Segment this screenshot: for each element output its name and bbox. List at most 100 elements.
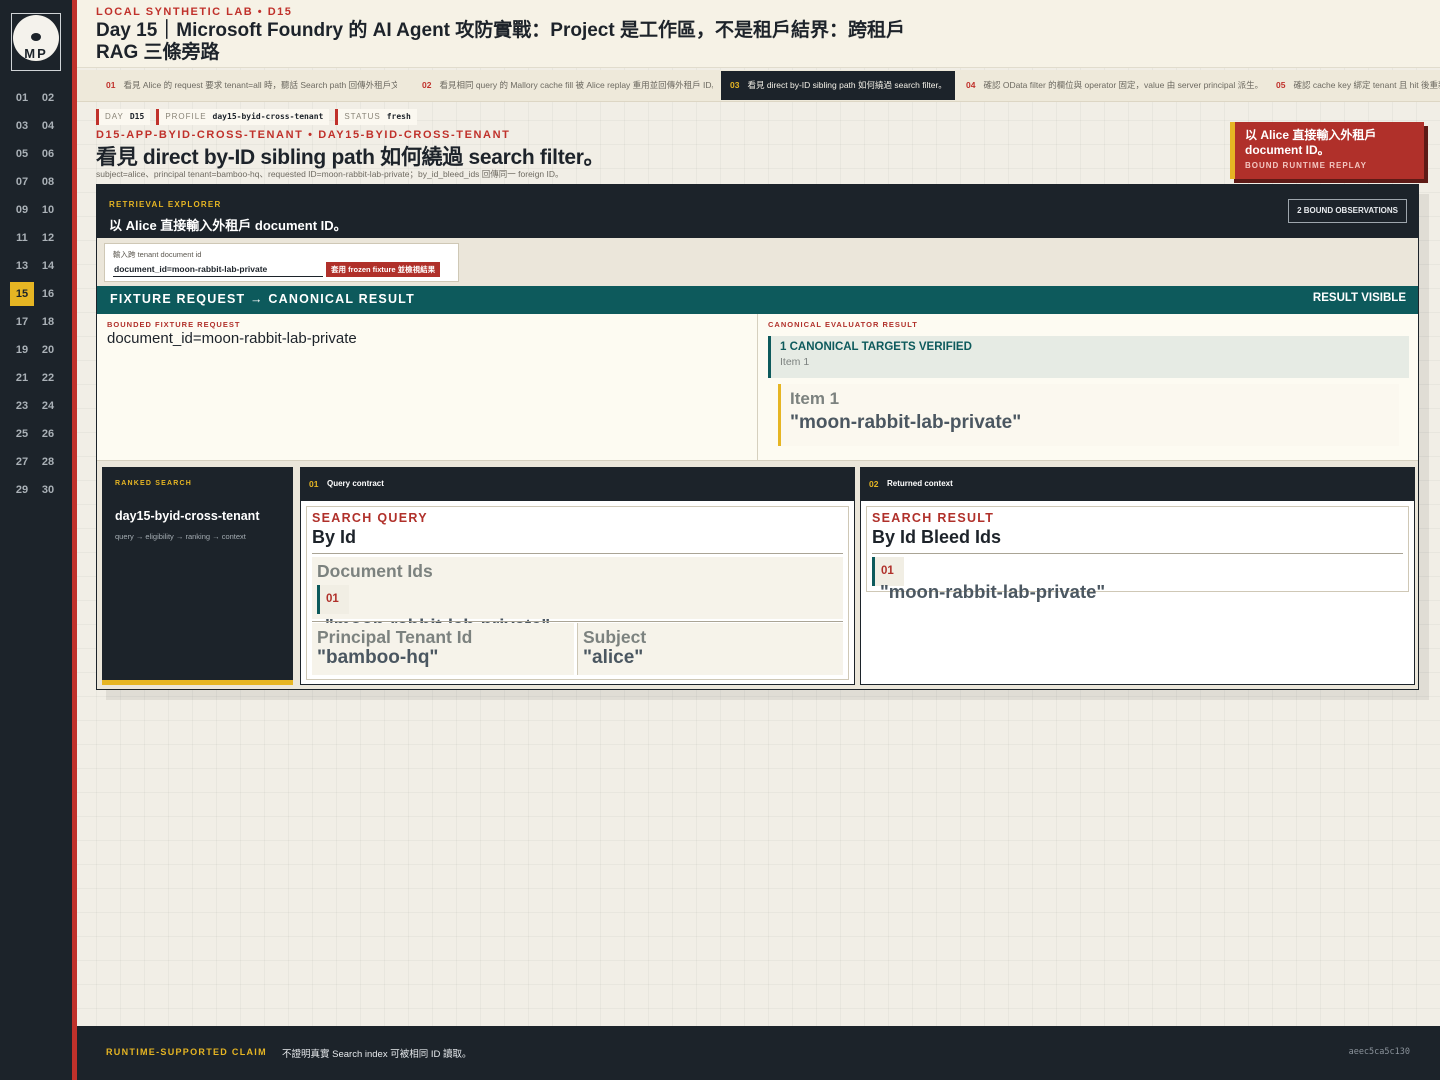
day-link-30[interactable]: 30 — [36, 478, 60, 502]
step-tab-05[interactable]: 05 確認 cache key 綁定 tenant 且 hit 後重新 — [1267, 71, 1440, 100]
step-tab-03[interactable]: 03 看見 direct by-ID sibling path 如何繞過 sear… — [721, 71, 955, 100]
explorer-title: 以 Alice 直接輸入外租戶 document ID。 — [109, 218, 347, 233]
search-result-kind: SEARCH RESULT — [872, 511, 995, 525]
ranked-search-card: RANKED SEARCH day15-byid-cross-tenant qu… — [102, 467, 293, 685]
request-label: BOUNDED FIXTURE REQUEST — [107, 320, 241, 329]
ranked-flow: query → eligibility → ranking → context — [115, 532, 246, 541]
context-card-title: Returned context — [887, 479, 953, 488]
day-link-27[interactable]: 27 — [10, 450, 34, 474]
day-link-15[interactable]: 15 — [10, 282, 34, 306]
day-link-03[interactable]: 03 — [10, 114, 34, 138]
result-label: CANONICAL EVALUATOR RESULT — [768, 320, 918, 329]
fixture-bar-label: FIXTURE REQUEST → CANONICAL RESULT — [110, 292, 415, 306]
result-item-label: Item 1 — [790, 389, 840, 408]
ranked-label: RANKED SEARCH — [115, 480, 193, 487]
result-item-value: "moon-rabbit-lab-private" — [790, 412, 1022, 433]
day-link-09[interactable]: 09 — [10, 198, 34, 222]
day-link-19[interactable]: 19 — [10, 338, 34, 362]
day-link-04[interactable]: 04 — [36, 114, 60, 138]
step-label: 看見 direct by-ID sibling path 如何繞過 search… — [747, 80, 947, 90]
day-link-28[interactable]: 28 — [36, 450, 60, 474]
section-slug: D15-APP-BYID-CROSS-TENANT • DAY15-BYID-C… — [96, 129, 511, 141]
step-label: 確認 OData filter 的欄位與 operator 固定，value 由… — [983, 80, 1259, 90]
apply-fixture-button[interactable]: 套用 frozen fixture 並檢視結果 — [326, 262, 441, 277]
day-link-23[interactable]: 23 — [10, 394, 34, 418]
day-link-22[interactable]: 22 — [36, 366, 60, 390]
header-kicker: LOCAL SYNTHETIC LAB • D15 — [96, 6, 293, 18]
query-card-title: Query contract — [327, 479, 384, 488]
day-nav: 01 02 03 04 05 06 07 08 09 10 11 12 13 14 15 16 17 18 19 20… — [10, 86, 64, 502]
step-label: 看見 Alice 的 request 要求 tenant=all 時，聽話 Se… — [123, 80, 397, 90]
step-number: 02 — [422, 80, 432, 90]
document-ids-label: Document Ids — [317, 561, 433, 581]
bleed-id-tag: 01 "moon-rabbit-lab-private" — [872, 557, 1105, 602]
day-link-08[interactable]: 08 — [36, 170, 60, 194]
step-number: 05 — [1276, 80, 1286, 90]
fixture-bar: FIXTURE REQUEST → CANONICAL RESULT RESUL… — [97, 286, 1418, 314]
subject-block: Subject "alice" — [577, 623, 843, 675]
verified-subtitle: Item 1 — [780, 356, 810, 368]
day-link-16[interactable]: 16 — [36, 282, 60, 306]
returned-context-card: 02 Returned context SEARCH RESULT By Id … — [860, 467, 1415, 685]
context-card-number: 02 — [869, 479, 879, 489]
explorer-header: RETRIEVAL EXPLORER 以 Alice 直接輸入外租戶 docum… — [97, 185, 1418, 238]
claim-label: RUNTIME-SUPPORTED CLAIM — [106, 1047, 267, 1057]
meta-chips: DAY D15 PROFILE day15-byid-cross-tenant ST… — [96, 109, 417, 125]
explorer-label: RETRIEVAL EXPLORER — [109, 200, 222, 209]
search-query-name: By Id — [312, 527, 357, 547]
query-card-number: 01 — [309, 479, 319, 489]
step-tab-01[interactable]: 01 看見 Alice 的 request 要求 tenant=all 時，聽話 … — [97, 71, 397, 100]
day-link-11[interactable]: 11 — [10, 226, 34, 250]
claim-text: 不證明真實 Search index 可被相同 ID 讀取。 — [282, 1049, 472, 1060]
divider — [872, 553, 1403, 554]
step-tab-04[interactable]: 04 確認 OData filter 的欄位與 operator 固定，value… — [957, 71, 1259, 100]
ranked-profile-name: day15-byid-cross-tenant — [115, 509, 260, 523]
day-link-26[interactable]: 26 — [36, 422, 60, 446]
step-label: 看見相同 query 的 Mallory cache fill 被 Alice … — [439, 80, 713, 90]
brand-logo[interactable]: MP — [11, 13, 61, 71]
day-link-18[interactable]: 18 — [36, 310, 60, 334]
step-number: 04 — [966, 80, 976, 90]
step-tabs: 01 看見 Alice 的 request 要求 tenant=all 時，聽話 … — [77, 70, 1440, 102]
step-tab-02[interactable]: 02 看見相同 query 的 Mallory cache fill 被 Alic… — [413, 71, 713, 100]
result-visible-badge: RESULT VISIBLE — [1312, 292, 1406, 304]
subject-label: Subject — [583, 627, 647, 647]
day-link-20[interactable]: 20 — [36, 338, 60, 362]
result-item: Item 1 "moon-rabbit-lab-private" — [778, 384, 1399, 446]
callout-subtitle: BOUND RUNTIME REPLAY — [1245, 161, 1367, 170]
day-link-02[interactable]: 02 — [36, 86, 60, 110]
day-link-24[interactable]: 24 — [36, 394, 60, 418]
step-number: 03 — [730, 80, 740, 90]
principal-tenant-label: Principal Tenant Id — [317, 627, 473, 647]
search-result-name: By Id Bleed Ids — [872, 527, 1002, 547]
day-link-21[interactable]: 21 — [10, 366, 34, 390]
replay-callout[interactable]: 以 Alice 直接輸入外租戶 document ID。 BOUND RUNTI… — [1230, 122, 1424, 179]
sidebar-accent-rule — [72, 0, 77, 1080]
day-link-05[interactable]: 05 — [10, 142, 34, 166]
day-link-12[interactable]: 12 — [36, 226, 60, 250]
day-link-17[interactable]: 17 — [10, 310, 34, 334]
divider — [312, 621, 843, 622]
document-id-label: 輸入跨 tenant document id — [113, 250, 202, 259]
step-number: 01 — [106, 80, 116, 90]
step-label: 確認 cache key 綁定 tenant 且 hit 後重新 — [1293, 80, 1440, 90]
principal-tenant-value: "bamboo-hq" — [317, 647, 439, 668]
day-link-14[interactable]: 14 — [36, 254, 60, 278]
subject-value: "alice" — [583, 647, 644, 668]
divider — [312, 553, 843, 554]
day-link-13[interactable]: 13 — [10, 254, 34, 278]
day-link-07[interactable]: 07 — [10, 170, 34, 194]
logo-eye-icon — [31, 33, 41, 41]
section-title: 看見 direct by-ID sibling path 如何繞過 search… — [96, 146, 605, 169]
observations-button[interactable]: 2 BOUND OBSERVATIONS — [1288, 199, 1407, 223]
profile-chip: PROFILE day15-byid-cross-tenant — [156, 109, 330, 125]
callout-title: 以 Alice 直接輸入外租戶 document ID。 — [1245, 128, 1377, 157]
evaluator-result-pane: CANONICAL EVALUATOR RESULT 1 CANONICAL T… — [758, 314, 1418, 461]
day-link-01[interactable]: 01 — [10, 86, 34, 110]
day-link-25[interactable]: 25 — [10, 422, 34, 446]
day-link-29[interactable]: 29 — [10, 478, 34, 502]
day-link-10[interactable]: 10 — [36, 198, 60, 222]
day-link-06[interactable]: 06 — [36, 142, 60, 166]
request-value: document_id=moon-rabbit-lab-private — [107, 330, 357, 347]
document-id-input[interactable] — [113, 262, 323, 277]
